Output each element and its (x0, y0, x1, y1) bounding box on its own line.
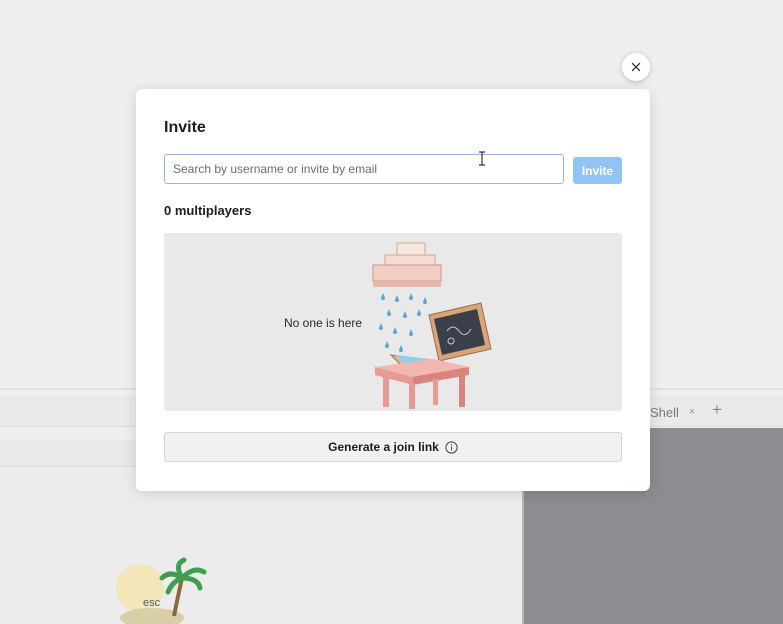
join-link-label: Generate a join link (328, 440, 439, 454)
tab-shell[interactable]: Shell × (650, 404, 695, 420)
island-mascot-icon (116, 557, 207, 624)
empty-state-text: No one is here (284, 316, 363, 330)
esc-key-label: esc (143, 597, 161, 609)
tab-close-icon[interactable]: × (689, 406, 695, 418)
text-cursor-icon (479, 151, 485, 166)
tab-shell-label: Shell (650, 404, 679, 420)
generate-join-link-button[interactable]: Generate a join link (164, 432, 622, 462)
close-modal-button[interactable] (622, 53, 650, 81)
modal-title: Invite (164, 119, 206, 136)
invite-modal: Invite Invite 0 multiplayers No one is h… (136, 89, 650, 491)
add-tab-icon[interactable]: + (712, 400, 722, 420)
info-icon (445, 440, 458, 454)
rain-laptop-illustration (372, 242, 492, 409)
multiplayers-count: 0 multiplayers (164, 203, 252, 218)
empty-state-panel: No one is here (164, 233, 622, 411)
search-input[interactable] (164, 154, 564, 184)
close-icon (631, 62, 641, 72)
invite-button[interactable]: Invite (573, 157, 622, 184)
